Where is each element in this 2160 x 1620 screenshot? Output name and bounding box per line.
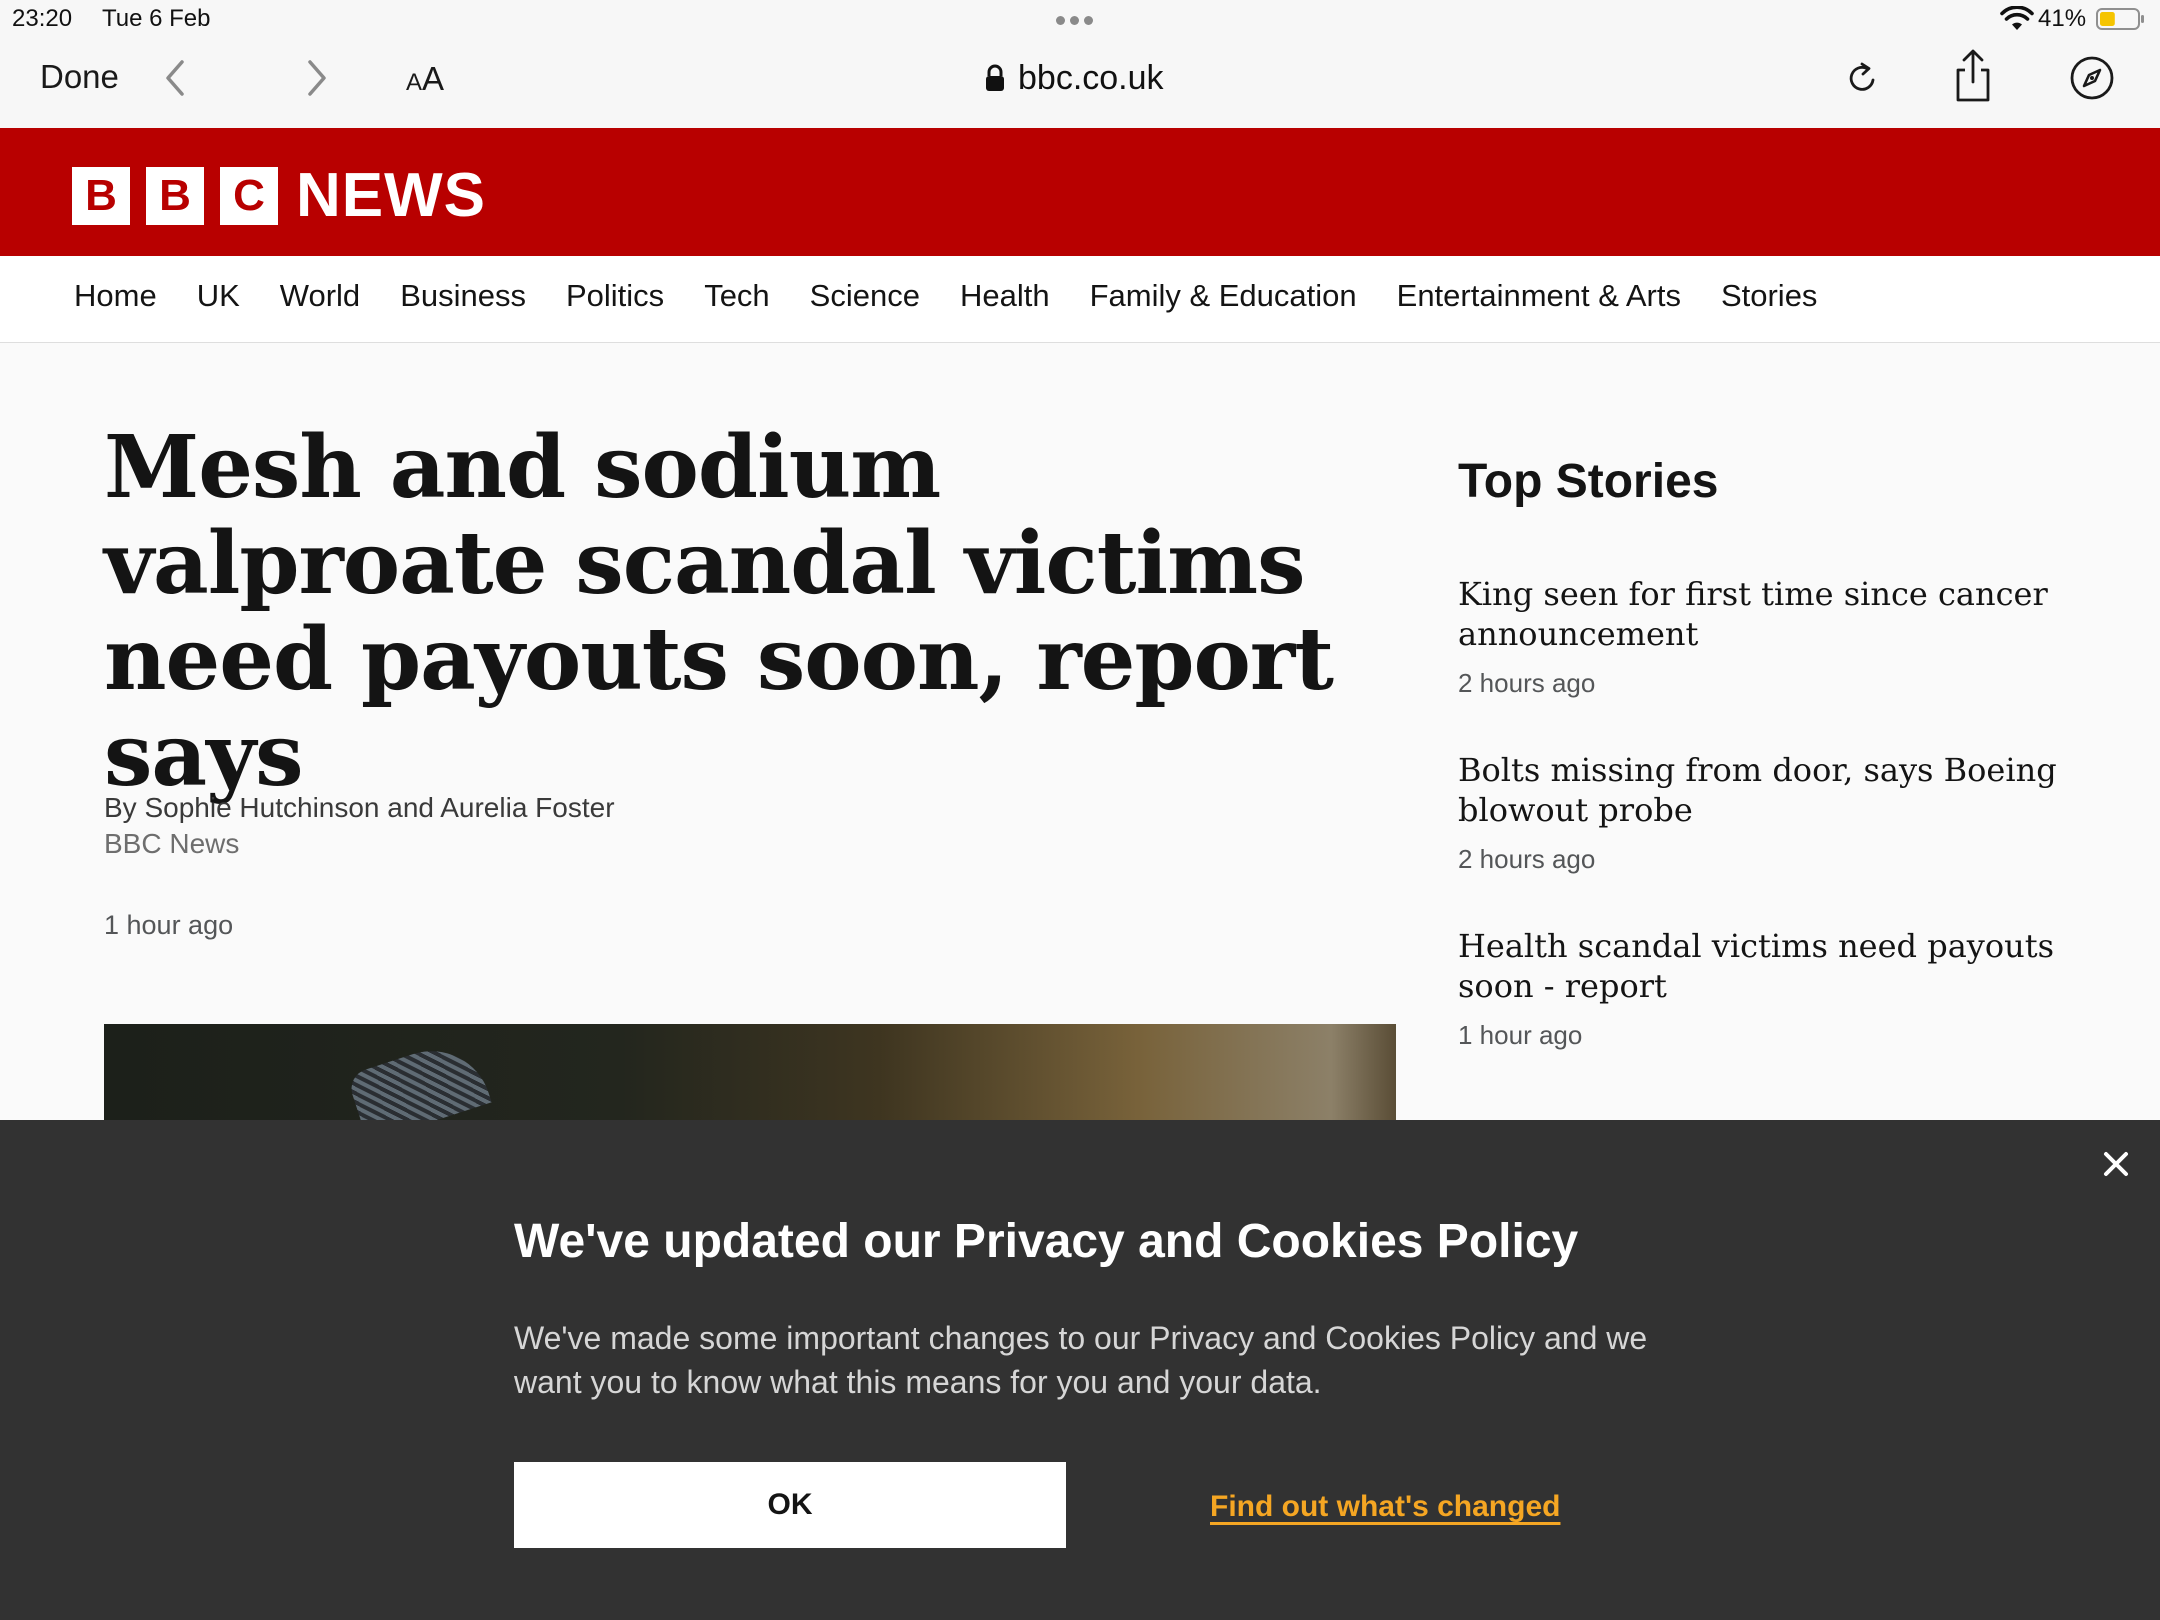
status-date: Tue 6 Feb xyxy=(102,5,211,32)
logo-block-b2: B xyxy=(146,166,204,225)
share-icon[interactable] xyxy=(1950,48,1996,104)
top-story-item[interactable]: King seen for first time since cancer an… xyxy=(1458,574,2058,699)
nav-list: Home UK World Business Politics Tech Science He… xyxy=(74,278,1857,314)
close-icon[interactable] xyxy=(2096,1144,2136,1184)
lock-icon xyxy=(986,64,1004,91)
logo-block-c: C xyxy=(220,166,278,225)
status-bar: 23:20 Tue 6 Feb 41% xyxy=(0,0,2160,40)
article-hero-image xyxy=(104,1024,1396,1120)
battery-percent: 41% xyxy=(2038,5,2087,32)
bbc-news-header: B B C NEWS xyxy=(0,128,2160,256)
forward-icon[interactable] xyxy=(300,54,334,102)
cookie-ok-button[interactable]: OK xyxy=(514,1462,1066,1548)
nav-item-world[interactable]: World xyxy=(280,278,360,314)
bbc-news-logo[interactable]: B B C NEWS xyxy=(72,160,486,231)
nav-item-politics[interactable]: Politics xyxy=(566,278,664,314)
nav-item-tech[interactable]: Tech xyxy=(704,278,769,314)
top-story-headline[interactable]: King seen for first time since cancer an… xyxy=(1458,574,2058,654)
url-text: bbc.co.uk xyxy=(1018,58,1164,97)
logo-news-text: NEWS xyxy=(296,161,486,230)
top-story-time: 2 hours ago xyxy=(1458,668,1596,698)
text-size-small-label: A xyxy=(406,69,423,96)
reload-icon[interactable] xyxy=(1840,56,1884,100)
nav-item-family-education[interactable]: Family & Education xyxy=(1090,278,1357,314)
nav-item-entertainment-arts[interactable]: Entertainment & Arts xyxy=(1397,278,1681,314)
nav-item-stories[interactable]: Stories xyxy=(1721,278,1817,314)
logo-block-b1: B xyxy=(72,166,130,225)
article-organisation: BBC News xyxy=(104,828,240,859)
top-story-item[interactable]: Health scandal victims need payouts soon… xyxy=(1458,926,2058,1051)
section-nav: Home UK World Business Politics Tech Science He… xyxy=(0,256,2160,343)
text-size-button[interactable]: AA xyxy=(406,60,444,98)
nav-item-home[interactable]: Home xyxy=(74,278,157,314)
top-stories-title: Top Stories xyxy=(1458,455,1719,508)
top-story-headline[interactable]: Health scandal victims need payouts soon… xyxy=(1458,926,2058,1006)
browser-toolbar: Done AA bbc.co.uk xyxy=(0,40,2160,129)
article-timestamp: 1 hour ago xyxy=(104,910,234,940)
cookie-banner: We've updated our Privacy and Cookies Po… xyxy=(0,1120,2160,1620)
top-story-time: 1 hour ago xyxy=(1458,1020,1583,1050)
find-out-whats-changed-link[interactable]: Find out what's changed xyxy=(1210,1490,1560,1524)
text-size-large-label: A xyxy=(422,60,445,97)
top-story-time: 2 hours ago xyxy=(1458,844,1596,874)
cookie-banner-text: We've made some important changes to our… xyxy=(514,1320,1648,1400)
top-story-item[interactable]: Bolts missing from door, says Boeing blo… xyxy=(1458,750,2058,875)
article-byline: By Sophie Hutchinson and Aurelia Foster xyxy=(104,792,615,823)
nav-item-business[interactable]: Business xyxy=(400,278,526,314)
back-icon[interactable] xyxy=(158,54,192,102)
wifi-icon xyxy=(2000,6,2034,30)
article-headline: Mesh and sodium valproate scandal victim… xyxy=(104,417,1334,806)
multitasking-dots-icon[interactable] xyxy=(1056,10,1104,25)
status-time: 23:20 xyxy=(12,5,73,32)
done-button[interactable]: Done xyxy=(40,58,119,96)
address-bar[interactable]: bbc.co.uk xyxy=(984,56,1164,100)
cookie-banner-title: We've updated our Privacy and Cookies Po… xyxy=(514,1215,1579,1268)
nav-item-health[interactable]: Health xyxy=(960,278,1050,314)
nav-item-science[interactable]: Science xyxy=(810,278,920,314)
top-story-headline[interactable]: Bolts missing from door, says Boeing blo… xyxy=(1458,750,2058,830)
compass-icon[interactable] xyxy=(2068,54,2116,102)
nav-item-uk[interactable]: UK xyxy=(197,278,240,314)
battery-icon xyxy=(2096,8,2144,30)
